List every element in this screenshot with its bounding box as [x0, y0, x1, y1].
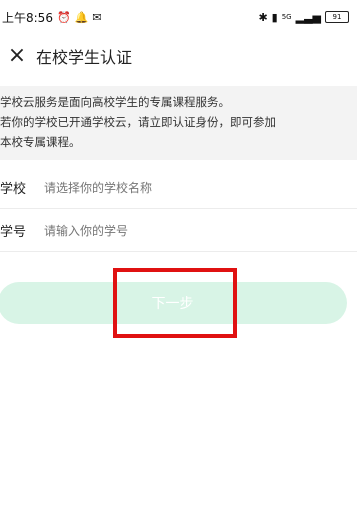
status-right: ✱ ▮ 5G ▂▃▅ 91 [258, 11, 349, 23]
signal-icon: ▮ [271, 10, 278, 24]
message-icon: ✉ [92, 10, 102, 24]
next-button[interactable]: 下一步 [0, 282, 347, 324]
notice-line-1: 学校云服务是面向高校学生的专属课程服务。 [0, 95, 230, 109]
bluetooth-icon: ✱ [258, 10, 268, 24]
school-label: 学校 [0, 182, 27, 197]
school-field[interactable]: 学校 [0, 167, 357, 209]
student-id-label: 学号 [0, 225, 27, 240]
notice-line-2: 若你的学校已开通学校云，请立即认证身份，即可参加 [0, 115, 276, 129]
alarm-icon: ⏰ [56, 10, 71, 24]
notice-line-3: 本校专属课程。 [0, 135, 81, 149]
notification-icon: 🔔 [74, 10, 89, 24]
close-icon: × [7, 43, 27, 68]
battery-icon: 91 [325, 11, 349, 23]
network-type-label: 5G [281, 12, 292, 21]
page-title: 在校学生认证 [36, 48, 133, 67]
close-button[interactable]: × [6, 45, 28, 67]
status-left: 上午8:56 ⏰ 🔔 ✉ [2, 9, 102, 26]
battery-level: 91 [332, 12, 342, 21]
signal-bars-icon: ▂▃▅ [295, 10, 321, 24]
student-id-field[interactable]: 学号 [0, 210, 357, 252]
status-bar: 上午8:56 ⏰ 🔔 ✉ ✱ ▮ 5G ▂▃▅ 91 [0, 0, 357, 34]
header: × 在校学生认证 [0, 34, 357, 78]
status-time: 上午8:56 [2, 10, 53, 25]
student-id-input[interactable] [44, 218, 357, 243]
school-input[interactable] [44, 175, 357, 200]
notice-box: 学校云服务是面向高校学生的专属课程服务。 若你的学校已开通学校云，请立即认证身份… [0, 86, 357, 160]
